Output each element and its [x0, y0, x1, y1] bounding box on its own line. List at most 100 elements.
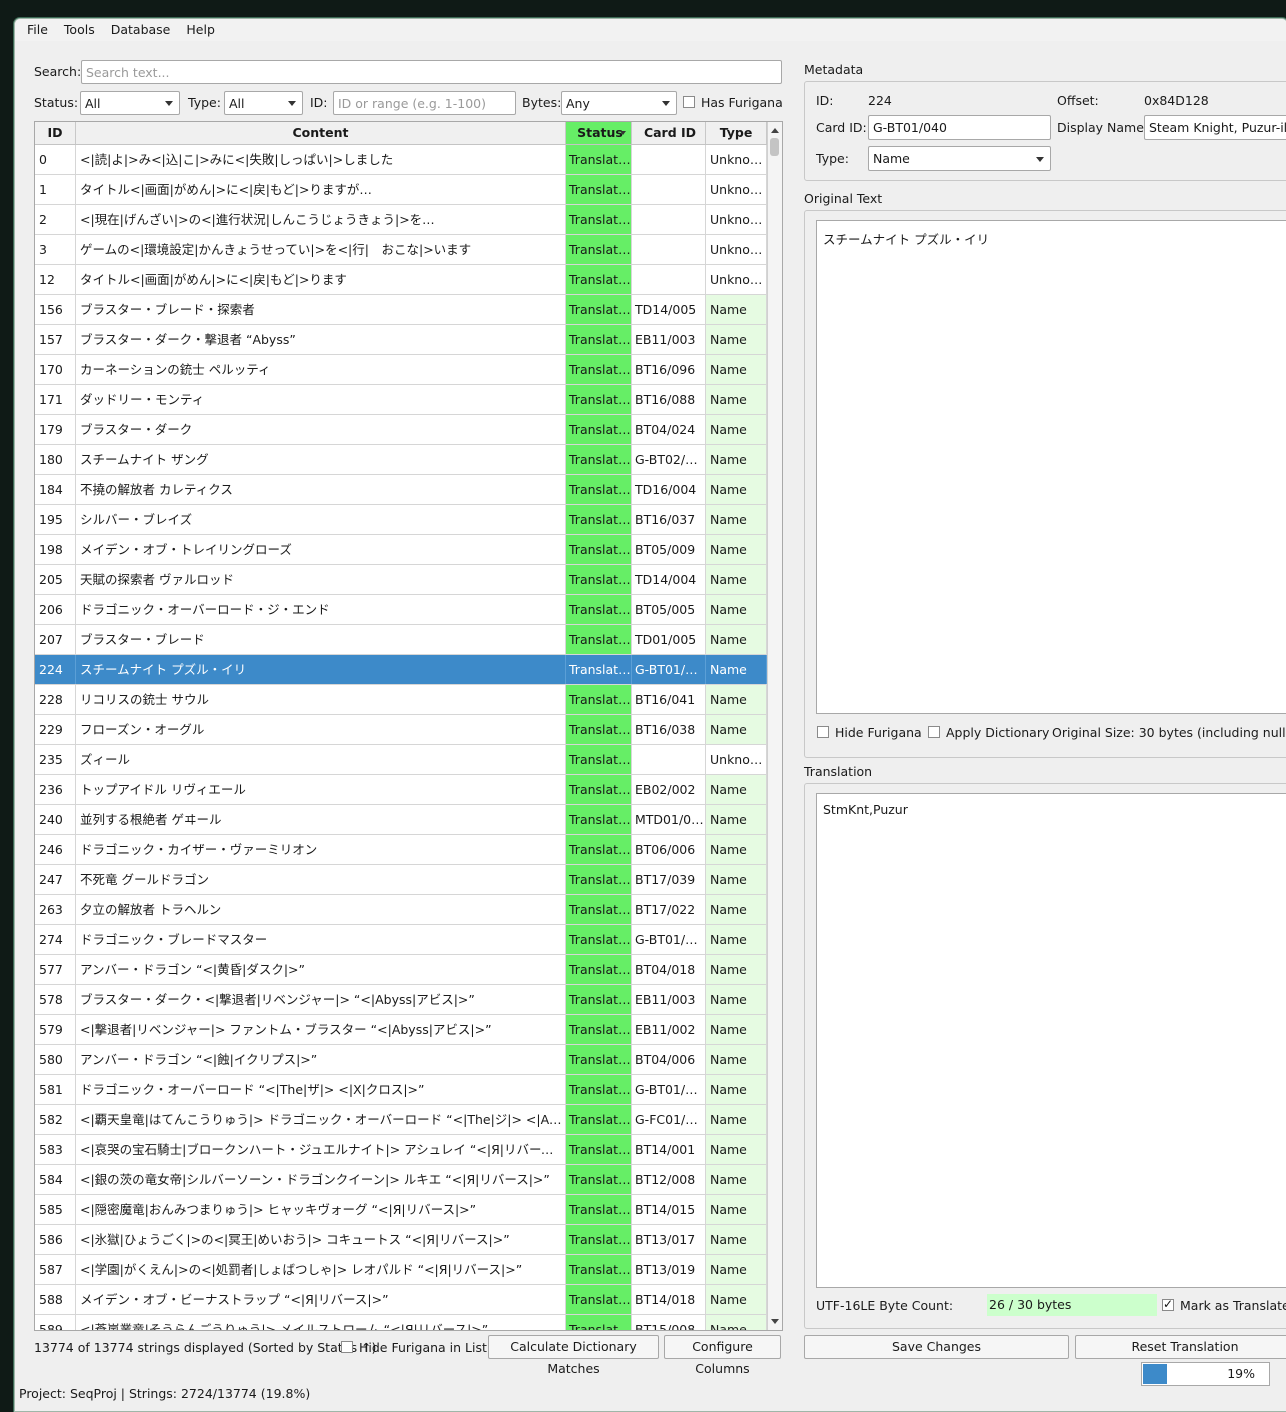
column-header-status[interactable]: Status	[566, 122, 632, 144]
cell-status: Translated	[566, 805, 632, 834]
menu-file[interactable]: File	[19, 19, 56, 41]
table-row[interactable]: 583 <|哀哭の宝石騎士|ブロークンハート・ジュエルナイト|> アシュレイ “<…	[35, 1135, 767, 1165]
table-row[interactable]: 207 ブラスター・ブレード Translated TD01/005 Name	[35, 625, 767, 655]
table-row[interactable]: 247 不死竜 グールドラゴン Translated BT17/039 Name	[35, 865, 767, 895]
cell-card-id: BT16/096	[632, 355, 706, 384]
table-row[interactable]: 1 タイトル<|画面|がめん|>に<|戻|もど|>りますが… Translated U…	[35, 175, 767, 205]
table-row[interactable]: 224 スチームナイト プズル・イリ Translated G-BT01/040 Nam…	[35, 655, 767, 685]
cell-card-id	[632, 205, 706, 234]
cell-card-id: G-BT01/006	[632, 1075, 706, 1104]
has-furigana-checkbox[interactable]	[683, 96, 695, 108]
save-changes-button[interactable]: Save Changes	[804, 1335, 1069, 1359]
scroll-down-arrow-icon[interactable]	[771, 1319, 779, 1324]
cell-content: リコリスの銃士 サウル	[76, 685, 566, 714]
calculate-dictionary-button[interactable]: Calculate Dictionary Matches	[488, 1335, 659, 1376]
table-row[interactable]: 157 ブラスター・ダーク・撃退者 “Abyss” Translated EB11/0…	[35, 325, 767, 355]
search-input[interactable]	[81, 60, 782, 84]
progress-bar-fill	[1143, 1364, 1167, 1384]
menu-tools[interactable]: Tools	[56, 19, 103, 41]
metadata-type-select[interactable]: Name	[868, 146, 1051, 171]
column-header-type[interactable]: Type	[706, 122, 767, 144]
table-row[interactable]: 582 <|覇天皇竜|はてんこうりゅう|> ドラゴニック・オーバーロード “<|T…	[35, 1105, 767, 1135]
chevron-down-icon	[288, 101, 296, 106]
table-row[interactable]: 205 天賦の探索者 ヴァルロッド Translated TD14/004 Name	[35, 565, 767, 595]
cell-card-id	[632, 745, 706, 774]
table-row[interactable]: 206 ドラゴニック・オーバーロード・ジ・エンド Translated BT05/00…	[35, 595, 767, 625]
table-row[interactable]: 170 カーネーションの銃士 ペルッティ Translated BT16/096 Nam…	[35, 355, 767, 385]
scroll-up-arrow-icon[interactable]	[771, 128, 779, 133]
cell-type: Name	[706, 895, 767, 924]
cell-content: 並列する根絶者 ゲヰール	[76, 805, 566, 834]
display-name-input[interactable]	[1144, 115, 1286, 140]
table-scrollbar[interactable]	[767, 122, 782, 1330]
table-row[interactable]: 584 <|銀の茨の竜女帝|シルバーソーン・ドラゴンクイーン|> ルキエ “<|Я…	[35, 1165, 767, 1195]
menu-help[interactable]: Help	[178, 19, 223, 41]
table-row[interactable]: 3 ゲームの<|環境設定|かんきょうせってい|>を<|行| おこな|>います Tra…	[35, 235, 767, 265]
metadata-title: Metadata	[804, 62, 864, 77]
column-header-card-id[interactable]: Card ID	[632, 122, 706, 144]
cell-status: Translated	[566, 505, 632, 534]
table-row[interactable]: 274 ドラゴニック・ブレードマスター Translated G-BT01/014 Na…	[35, 925, 767, 955]
table-row[interactable]: 235 ズィール Translated Unknown	[35, 745, 767, 775]
table-row[interactable]: 586 <|氷獄|ひょうごく|>の<|冥王|めいおう|> コキュートス “<|Я|…	[35, 1225, 767, 1255]
scrollbar-thumb[interactable]	[770, 138, 779, 156]
table-row[interactable]: 156 ブラスター・ブレード・探索者 Translated TD14/005 Name	[35, 295, 767, 325]
table-row[interactable]: 577 アンバー・ドラゴン “<|黄昏|ダスク|>” Translated BT04/…	[35, 955, 767, 985]
cell-card-id: BT04/018	[632, 955, 706, 984]
table-row[interactable]: 12 タイトル<|画面|がめん|>に<|戻|もど|>ります Translated Un…	[35, 265, 767, 295]
menu-database[interactable]: Database	[103, 19, 179, 41]
cell-content: 夕立の解放者 トラヘルン	[76, 895, 566, 924]
hide-furigana-list-checkbox[interactable]	[341, 1341, 353, 1353]
table-row[interactable]: 228 リコリスの銃士 サウル Translated BT16/041 Name	[35, 685, 767, 715]
table-row[interactable]: 580 アンバー・ドラゴン “<|蝕|イクリプス|>” Translated BT04…	[35, 1045, 767, 1075]
table-row[interactable]: 180 スチームナイト ザング Translated G-BT02/027 Name	[35, 445, 767, 475]
mark-translated-checkbox[interactable]	[1162, 1297, 1174, 1311]
configure-columns-button[interactable]: Configure Columns	[664, 1335, 781, 1376]
type-filter-select[interactable]: All	[224, 91, 303, 115]
cell-content: メイデン・オブ・トレイリングローズ	[76, 535, 566, 564]
table-row[interactable]: 246 ドラゴニック・カイザー・ヴァーミリオン Translated BT06/006…	[35, 835, 767, 865]
table-row[interactable]: 589 <|蒼嵐業竜|そうらんごうりゅう|> メイルストローム “<|Я|リバース…	[35, 1315, 767, 1330]
cell-id: 3	[35, 235, 76, 264]
cell-type: Name	[706, 355, 767, 384]
table-row[interactable]: 236 トップアイドル リヴィエール Translated EB02/002 Name	[35, 775, 767, 805]
apply-dictionary-checkbox[interactable]	[928, 726, 940, 738]
cell-status: Translated	[566, 205, 632, 234]
strings-count-text: 13774 of 13774 strings displayed (Sorted…	[34, 1340, 377, 1355]
table-row[interactable]: 179 ブラスター・ダーク Translated BT04/024 Name	[35, 415, 767, 445]
cell-id: 247	[35, 865, 76, 894]
cell-card-id: BT15/008	[632, 1315, 706, 1330]
translation-text-area[interactable]: StmKnt,Puzur	[816, 793, 1286, 1288]
table-row[interactable]: 578 ブラスター・ダーク・<|撃退者|リベンジャー|> “<|Abyss|アビス…	[35, 985, 767, 1015]
cell-id: 195	[35, 505, 76, 534]
table-row[interactable]: 579 <|撃退者|リベンジャー|> ファントム・ブラスター “<|Abyss|ア…	[35, 1015, 767, 1045]
table-row[interactable]: 588 メイデン・オブ・ビーナストラップ “<|Я|リバース|>” Translat…	[35, 1285, 767, 1315]
table-row[interactable]: 263 夕立の解放者 トラヘルン Translated BT17/022 Name	[35, 895, 767, 925]
card-id-input[interactable]	[868, 115, 1051, 140]
table-row[interactable]: 171 ダッドリー・モンティ Translated BT16/088 Name	[35, 385, 767, 415]
table-row[interactable]: 198 メイデン・オブ・トレイリングローズ Translated BT05/009 Na…	[35, 535, 767, 565]
table-row[interactable]: 585 <|隠密魔竜|おんみつまりゅう|> ヒャッキヴォーグ “<|Я|リバース|…	[35, 1195, 767, 1225]
status-filter-select[interactable]: All	[80, 91, 180, 115]
table-row[interactable]: 184 不撓の解放者 カレティクス Translated TD16/004 Name	[35, 475, 767, 505]
table-row[interactable]: 240 並列する根絶者 ゲヰール Translated MTD01/005 Name	[35, 805, 767, 835]
table-row[interactable]: 195 シルバー・ブレイズ Translated BT16/037 Name	[35, 505, 767, 535]
table-row[interactable]: 587 <|学園|がくえん|>の<|処罰者|しょばつしゃ|> レオパルド “<|Я…	[35, 1255, 767, 1285]
table-row[interactable]: 2 <|現在|げんざい|>の<|進行状況|しんこうじょうきょう|>を… Transl…	[35, 205, 767, 235]
original-text-area[interactable]: スチームナイト プズル・イリ	[816, 220, 1286, 714]
id-range-input[interactable]	[333, 91, 516, 115]
cell-content: アンバー・ドラゴン “<|黄昏|ダスク|>”	[76, 955, 566, 984]
column-header-content[interactable]: Content	[76, 122, 566, 144]
bytes-filter-select[interactable]: Any	[561, 91, 677, 115]
cell-status: Translated	[566, 745, 632, 774]
hide-furigana-checkbox[interactable]	[817, 726, 829, 738]
table-row[interactable]: 581 ドラゴニック・オーバーロード “<|The|ザ|> <|X|クロス|>” T…	[35, 1075, 767, 1105]
reset-translation-button[interactable]: Reset Translation	[1075, 1335, 1286, 1359]
cell-status: Translated	[566, 1045, 632, 1074]
cell-content: ブラスター・ダーク	[76, 415, 566, 444]
column-header-id[interactable]: ID	[35, 122, 76, 144]
cell-content: <|読|よ|>み<|込|こ|>みに<|失敗|しっぱい|>しました	[76, 145, 566, 174]
cell-status: Translated	[566, 895, 632, 924]
table-row[interactable]: 229 フローズン・オーグル Translated BT16/038 Name	[35, 715, 767, 745]
table-row[interactable]: 0 <|読|よ|>み<|込|こ|>みに<|失敗|しっぱい|>しました Transla…	[35, 145, 767, 175]
